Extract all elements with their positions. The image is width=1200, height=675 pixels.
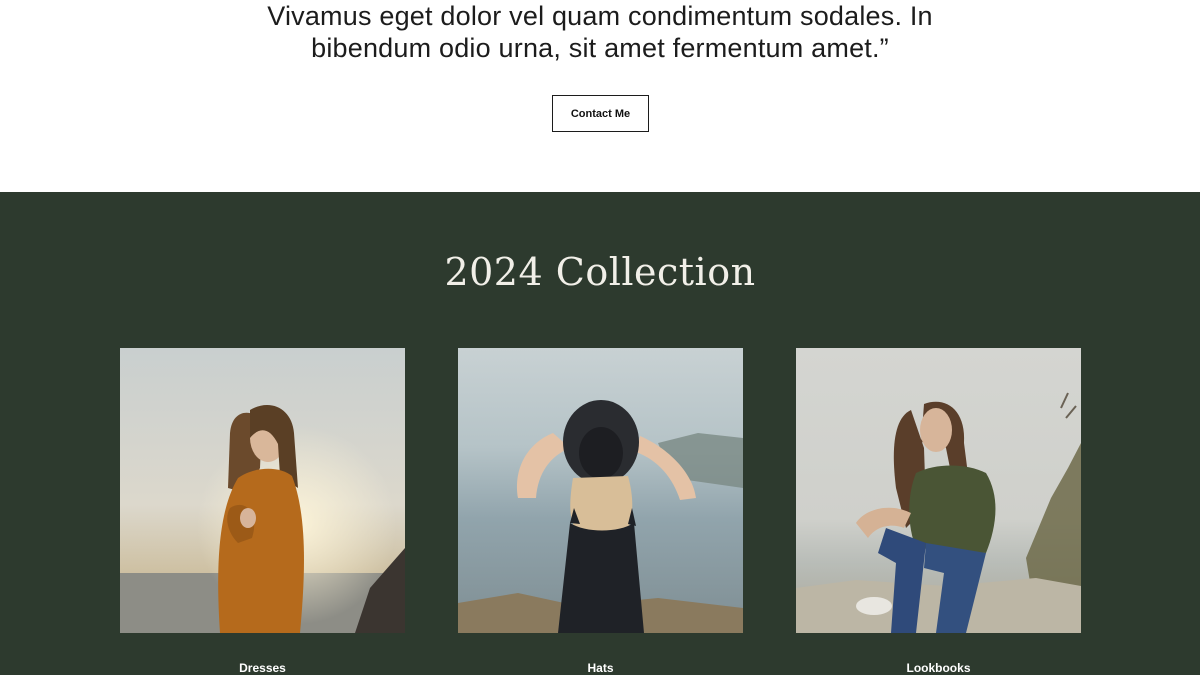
- dresses-photo: [120, 348, 405, 633]
- quote-line-1: Vivamus eget dolor vel quam condimentum …: [267, 1, 933, 31]
- collection-card-dresses[interactable]: Dresses: [120, 348, 405, 675]
- quote-line-2: bibendum odio urna, sit amet fermentum a…: [311, 33, 889, 63]
- collection-title: 2024 Collection: [444, 250, 756, 294]
- contact-me-button[interactable]: Contact Me: [552, 95, 649, 132]
- hats-photo: [458, 348, 743, 633]
- collection-card-lookbooks[interactable]: Lookbooks: [796, 348, 1081, 675]
- collection-label-hats: Hats: [587, 661, 614, 675]
- lookbooks-photo: [796, 348, 1081, 633]
- testimonial-section: Vivamus eget dolor vel quam condimentum …: [0, 0, 1200, 192]
- collection-section: 2024 Collection Dresses Hats Lookbooks: [0, 192, 1200, 675]
- collection-label-lookbooks: Lookbooks: [906, 661, 971, 675]
- collection-label-dresses: Dresses: [239, 661, 286, 675]
- collection-card-hats[interactable]: Hats: [458, 348, 743, 675]
